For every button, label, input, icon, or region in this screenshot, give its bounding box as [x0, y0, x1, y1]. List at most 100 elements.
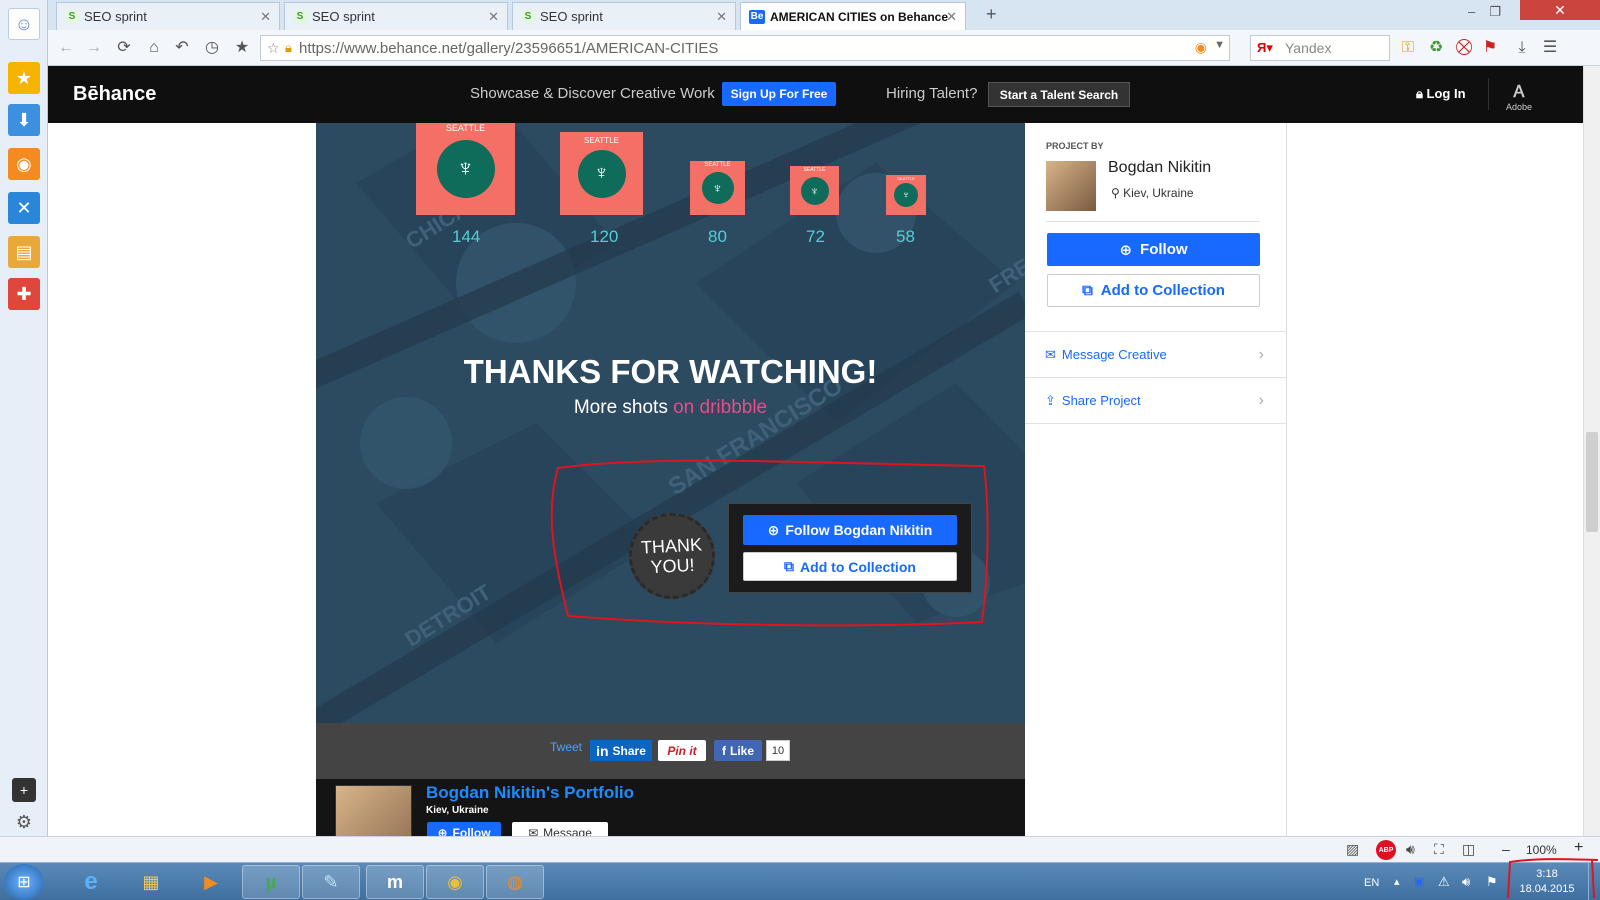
tweet-link[interactable]: Tweet — [550, 740, 582, 754]
close-tab-icon[interactable]: ✕ — [716, 9, 727, 25]
scrollbar-thumb[interactable] — [1586, 432, 1598, 532]
facebook-like-button[interactable]: f Like — [714, 740, 762, 761]
seo-sprint-favicon-icon: S — [293, 9, 307, 24]
plus-circle-icon: ⊕ — [437, 826, 448, 836]
speaker-icon[interactable]: 🔊︎ — [1406, 841, 1415, 858]
adblock-icon[interactable]: ABP — [1376, 840, 1396, 860]
undo-icon[interactable]: ↶ — [172, 38, 192, 58]
linkedin-icon: in — [596, 742, 609, 759]
downloads-icon[interactable]: ⤓ — [1512, 38, 1532, 58]
tab-seo-sprint-3[interactable]: S SEO sprint ✕ — [512, 2, 736, 30]
tab-seo-sprint-2[interactable]: S SEO sprint ✕ — [284, 2, 508, 30]
utorrent-icon[interactable]: µ — [242, 865, 300, 899]
close-tab-icon[interactable]: ✕ — [260, 9, 271, 25]
gear-icon[interactable]: ⚙ — [12, 810, 36, 834]
lock-icon: 🔒︎ — [285, 40, 292, 55]
dribbble-link[interactable]: on dribbble — [673, 397, 767, 418]
maxthon-icon[interactable]: m — [366, 865, 424, 899]
message-creative-link[interactable]: ✉ Message Creative › — [1025, 332, 1286, 377]
language-indicator[interactable]: EN — [1364, 877, 1379, 889]
network-icon[interactable]: ⚠ — [1438, 874, 1450, 890]
space-needle-icon: ♆ — [577, 149, 626, 198]
new-tab-button[interactable]: + — [986, 4, 997, 25]
icon-size-label: 58 — [896, 227, 915, 246]
sidebar-follow-button[interactable]: ⊕ Follow — [1047, 233, 1260, 266]
reload-icon[interactable]: ⟳ — [114, 38, 134, 58]
icon-size-label: 144 — [452, 227, 481, 246]
portfolio-title[interactable]: Bogdan Nikitin's Portfolio — [426, 783, 634, 803]
tools-extension-icon[interactable]: ⛒ — [1454, 38, 1474, 58]
history-icon[interactable]: ◷ — [202, 38, 222, 58]
zoom-in-button[interactable]: + — [1574, 839, 1583, 857]
plus-circle-icon: ⊕ — [1119, 241, 1133, 259]
close-tab-icon[interactable]: ✕ — [946, 9, 957, 25]
bookmark-page-icon[interactable]: ☆ — [267, 40, 280, 57]
restore-icon[interactable]: ❐ — [1489, 4, 1515, 19]
project-by-label: PROJECT BY — [1046, 141, 1104, 151]
owner-avatar[interactable] — [1046, 161, 1096, 211]
owner-name[interactable]: Bogdan Nikitin — [1108, 159, 1211, 177]
action-center-icon[interactable]: ⚑ — [1486, 874, 1498, 890]
home-icon[interactable]: ⌂ — [144, 38, 164, 58]
tab-title: SEO sprint — [540, 9, 603, 24]
smiley-icon[interactable]: ☺ — [8, 8, 40, 40]
chrome-icon[interactable]: ◉ — [426, 865, 484, 899]
behance-logo[interactable]: Bēhance — [73, 83, 156, 106]
tray-expand-icon[interactable]: ▴ — [1394, 875, 1400, 888]
forward-icon[interactable]: → — [84, 38, 104, 58]
address-bar[interactable]: ☆ 🔒︎ https://www.behance.net/gallery/235… — [260, 35, 1230, 61]
bookmark-star-icon[interactable]: ★ — [232, 38, 252, 58]
key-icon[interactable]: ⚿ — [1398, 38, 1418, 58]
rss-icon[interactable]: ◉ — [8, 148, 40, 180]
flag-icon[interactable]: ⚑ — [1480, 38, 1500, 58]
fullscreen-icon[interactable]: ⛶ — [1434, 841, 1444, 858]
notes-icon[interactable]: ▤ — [8, 236, 40, 268]
url-text[interactable]: https://www.behance.net/gallery/23596651… — [291, 40, 718, 57]
star-icon[interactable]: ★ — [8, 62, 40, 94]
sidebar-add-collection-button[interactable]: ⧉ Add to Collection — [1047, 274, 1260, 307]
fb-like-label: Like — [729, 743, 754, 758]
owner-location-text: Kiev, Ukraine — [1123, 186, 1194, 200]
split-view-icon[interactable]: ◫ — [1462, 841, 1475, 858]
vertical-scrollbar[interactable] — [1583, 66, 1600, 836]
pinterest-button[interactable]: Pin it — [658, 740, 706, 761]
download-icon[interactable]: ⬇ — [8, 104, 40, 136]
start-button[interactable]: ⊞ — [4, 864, 44, 900]
internet-explorer-icon[interactable]: e — [62, 865, 120, 899]
portfolio-follow-button[interactable]: ⊕ Follow — [427, 822, 501, 836]
media-player-icon[interactable]: ▶ — [182, 865, 240, 899]
firefox-icon[interactable]: ◍ — [486, 865, 544, 899]
zoom-out-button[interactable]: – — [1502, 841, 1510, 857]
talent-search-button[interactable]: Start a Talent Search — [988, 82, 1130, 107]
notepad-icon[interactable]: ✎ — [302, 865, 360, 899]
close-window-button[interactable]: ✕ — [1520, 0, 1600, 20]
minimize-icon[interactable]: – — [1468, 4, 1489, 19]
extension-icon[interactable]: ♻ — [1426, 38, 1446, 58]
linkedin-share-button[interactable]: in Share — [590, 740, 652, 761]
icon-label: SEATTLE — [897, 176, 915, 181]
tools-icon[interactable]: ✕ — [8, 192, 40, 224]
owner-avatar[interactable] — [335, 785, 412, 836]
adobe-logo-icon: Ａ — [1510, 84, 1527, 101]
add-panel-icon[interactable]: + — [12, 778, 36, 802]
sign-up-button[interactable]: Sign Up For Free — [722, 82, 836, 106]
volume-icon[interactable]: 🔊︎ — [1462, 874, 1470, 890]
login-link[interactable]: 🔒︎ Log In — [1416, 86, 1466, 102]
tab-seo-sprint-1[interactable]: S SEO sprint ✕ — [56, 2, 280, 30]
gamepad-icon[interactable]: ✚ — [8, 278, 40, 310]
activity-icon[interactable]: ▨ — [1346, 841, 1359, 858]
search-input[interactable]: Я▾ Yandex — [1250, 35, 1390, 61]
portfolio-message-button[interactable]: ✉ Message — [512, 822, 608, 836]
tab-american-cities[interactable]: Be AMERICAN CITIES on Behance ✕ — [740, 2, 966, 30]
back-icon[interactable]: ← — [56, 38, 76, 58]
close-tab-icon[interactable]: ✕ — [488, 9, 499, 25]
file-explorer-icon[interactable]: ▦ — [122, 865, 180, 899]
menu-icon[interactable]: ☰ — [1540, 38, 1560, 58]
rss-feed-icon[interactable]: ◉ — [1195, 39, 1207, 56]
url-dropdown-icon[interactable]: ▼ — [1214, 39, 1225, 51]
behance-favicon-icon: Be — [749, 9, 765, 24]
browser-status-bar: ▨ ABP 🔊︎ ⛶ ◫ – 100% + — [0, 836, 1600, 862]
adobe-link[interactable]: Ａ Adobe — [1504, 78, 1534, 112]
share-project-link[interactable]: ⇪ Share Project › — [1025, 378, 1286, 423]
tray-app-icon[interactable]: ▣ — [1414, 875, 1424, 888]
